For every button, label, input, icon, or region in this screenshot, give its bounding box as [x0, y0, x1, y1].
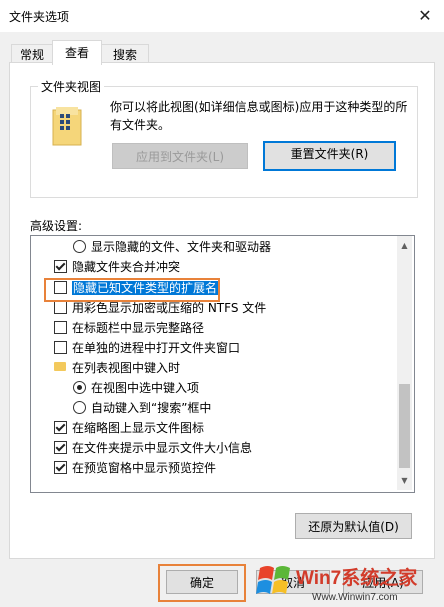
folder-views-legend: 文件夹视图 — [38, 78, 105, 95]
checkbox[interactable] — [54, 421, 67, 434]
close-icon[interactable]: ✕ — [410, 3, 440, 29]
window-title: 文件夹选项 — [9, 10, 70, 24]
folder-views-description: 你可以将此视图(如详细信息或图标)应用于这种类型的所 有文件夹。 — [110, 100, 408, 132]
reset-folders-button[interactable]: 重置文件夹(R) — [263, 141, 396, 171]
checkbox[interactable] — [54, 441, 67, 454]
win7-watermark-logo: Win7系统之家 Www.Winwin7.com — [256, 566, 418, 603]
checkbox[interactable] — [54, 260, 67, 273]
scroll-down-icon[interactable]: ▼ — [397, 472, 412, 489]
annotation-highlight — [44, 278, 220, 302]
radio-button[interactable] — [73, 381, 86, 394]
folder-icon — [54, 362, 66, 371]
checkbox[interactable] — [54, 301, 67, 314]
folder-view-icon — [52, 107, 82, 146]
svg-text:Www.Winwin7.com: Www.Winwin7.com — [312, 592, 398, 603]
scrollbar-thumb[interactable] — [399, 384, 410, 468]
advanced-settings-label: 高级设置: — [30, 219, 83, 233]
checkbox[interactable] — [54, 461, 67, 474]
svg-text:Win7系统之家: Win7系统之家 — [296, 566, 418, 589]
apply-to-folders-button[interactable]: 应用到文件夹(L) — [112, 143, 248, 169]
annotation-ok-box — [158, 564, 246, 602]
radio-button[interactable] — [73, 240, 86, 253]
checkbox[interactable] — [54, 321, 67, 334]
scroll-up-icon[interactable]: ▲ — [397, 237, 412, 254]
restore-defaults-button[interactable]: 还原为默认值(D) — [295, 513, 412, 539]
tab-view[interactable]: 查看 — [52, 40, 102, 65]
checkbox[interactable] — [54, 341, 67, 354]
radio-button[interactable] — [73, 401, 86, 414]
